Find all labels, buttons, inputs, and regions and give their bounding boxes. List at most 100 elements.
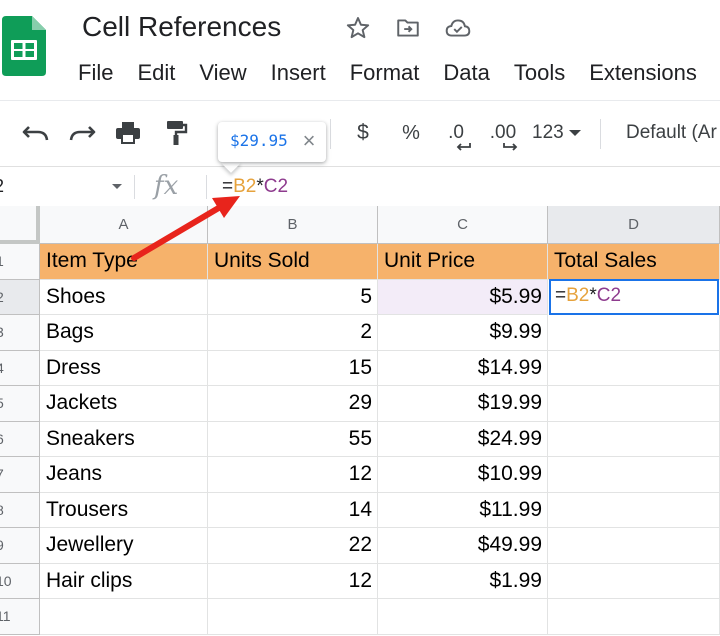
cell-a3[interactable]: Bags xyxy=(40,315,208,351)
row-header-3[interactable]: 3 xyxy=(0,315,40,351)
menu-file[interactable]: File xyxy=(66,58,125,88)
header-cell-b[interactable]: Units Sold xyxy=(208,244,378,280)
sheets-logo-icon[interactable] xyxy=(2,16,46,76)
cell-a7[interactable]: Jeans xyxy=(40,457,208,493)
cloud-saved-icon[interactable] xyxy=(444,14,472,42)
cell-d3[interactable] xyxy=(548,315,720,351)
document-title[interactable]: Cell References xyxy=(82,10,281,44)
select-all-corner[interactable] xyxy=(0,206,40,244)
cell-b2[interactable]: 5 xyxy=(208,279,378,315)
formula-equals: = xyxy=(222,176,234,197)
move-to-folder-icon[interactable] xyxy=(394,14,422,42)
formula-operator: * xyxy=(589,284,597,306)
cell-a10[interactable]: Hair clips xyxy=(40,563,208,599)
header-cell-d[interactable]: Total Sales xyxy=(548,244,720,280)
cell-b7[interactable]: 12 xyxy=(208,457,378,493)
cell-a2[interactable]: Shoes xyxy=(40,279,208,315)
menu-insert[interactable]: Insert xyxy=(259,58,338,88)
cell-d11[interactable] xyxy=(548,599,720,635)
name-box-value: 2 xyxy=(0,176,4,197)
menu-view[interactable]: View xyxy=(187,58,258,88)
cell-c4[interactable]: $14.99 xyxy=(378,350,548,386)
row-header-2[interactable]: 2 xyxy=(0,279,40,315)
row-number: 11 xyxy=(0,608,11,625)
cell-b3[interactable]: 2 xyxy=(208,315,378,351)
menu-format[interactable]: Format xyxy=(338,58,432,88)
cell-b6[interactable]: 55 xyxy=(208,421,378,457)
cell-b10[interactable]: 12 xyxy=(208,563,378,599)
cell-b9[interactable]: 22 xyxy=(208,528,378,564)
cell-b11[interactable] xyxy=(208,599,378,635)
row-header-10[interactable]: 10 xyxy=(0,563,40,599)
column-header-b[interactable]: B xyxy=(208,206,378,244)
cell-a8[interactable]: Trousers xyxy=(40,492,208,528)
menu-data[interactable]: Data xyxy=(431,58,501,88)
cell-c7[interactable]: $10.99 xyxy=(378,457,548,493)
name-box[interactable]: 2 xyxy=(0,167,130,207)
star-icon[interactable] xyxy=(344,14,372,42)
row-number: 9 xyxy=(0,537,4,553)
number-format-dropdown[interactable]: 123 xyxy=(532,117,588,149)
cell-c5[interactable]: $19.99 xyxy=(378,386,548,422)
row-header-6[interactable]: 6 xyxy=(0,421,40,457)
cell-d4[interactable] xyxy=(548,350,720,386)
formula-input[interactable]: =B2*C2 xyxy=(222,176,288,198)
formula-ref-c2: C2 xyxy=(263,176,289,197)
cell-d7[interactable] xyxy=(548,457,720,493)
cell-a9[interactable]: Jewellery xyxy=(40,528,208,564)
column-header-a[interactable]: A xyxy=(40,206,208,244)
cell-d8[interactable] xyxy=(548,492,720,528)
cell-a11[interactable] xyxy=(40,599,208,635)
formula-bar-separator xyxy=(134,175,135,199)
print-icon[interactable] xyxy=(110,117,146,149)
cell-c10[interactable]: $1.99 xyxy=(378,563,548,599)
font-family-dropdown[interactable]: Default (Ar xyxy=(626,117,720,149)
increase-decimal-button[interactable]: .00 xyxy=(482,117,524,151)
cell-b8[interactable]: 14 xyxy=(208,492,378,528)
row-header-8[interactable]: 8 xyxy=(0,492,40,528)
cell-c11[interactable] xyxy=(378,599,548,635)
column-header-d[interactable]: D xyxy=(548,206,720,244)
column-header-c[interactable]: C xyxy=(378,206,548,244)
arrow-left-icon xyxy=(456,143,471,151)
header-cell-c[interactable]: Unit Price xyxy=(378,244,548,280)
cell-c8[interactable]: $11.99 xyxy=(378,492,548,528)
undo-icon[interactable] xyxy=(18,117,54,149)
cell-d10[interactable] xyxy=(548,563,720,599)
cell-a6[interactable]: Sneakers xyxy=(40,421,208,457)
cell-c6[interactable]: $24.99 xyxy=(378,421,548,457)
cell-a5[interactable]: Jackets xyxy=(40,386,208,422)
decrease-decimal-button[interactable]: .0 xyxy=(438,117,474,151)
cell-c9[interactable]: $49.99 xyxy=(378,528,548,564)
row-header-5[interactable]: 5 xyxy=(0,386,40,422)
formula-ref-b2: B2 xyxy=(566,284,590,306)
formula-ref-c2: C2 xyxy=(596,284,622,306)
active-cell-d2[interactable]: =B2*C2 xyxy=(549,278,719,315)
percent-format-button[interactable]: % xyxy=(396,117,426,149)
cell-d9[interactable] xyxy=(548,528,720,564)
row-header-4[interactable]: 4 xyxy=(0,350,40,386)
cell-d6[interactable] xyxy=(548,421,720,457)
menu-extensions[interactable]: Extensions xyxy=(577,58,709,88)
row-header-7[interactable]: 7 xyxy=(0,457,40,493)
row-header-9[interactable]: 9 xyxy=(0,528,40,564)
currency-format-button[interactable]: $ xyxy=(348,117,378,149)
row-header-11[interactable]: 11 xyxy=(0,599,40,635)
paint-format-icon[interactable] xyxy=(158,117,194,149)
cell-b4[interactable]: 15 xyxy=(208,350,378,386)
fx-icon: fx xyxy=(154,171,179,201)
cell-b5[interactable]: 29 xyxy=(208,386,378,422)
spreadsheet-grid: ABCD1234567891011Item TypeUnits SoldUnit… xyxy=(0,206,720,636)
menu-edit[interactable]: Edit xyxy=(125,58,187,88)
menu-tools[interactable]: Tools xyxy=(502,58,577,88)
header-cell-a[interactable]: Item Type xyxy=(40,244,208,280)
redo-icon[interactable] xyxy=(64,117,100,149)
cell-c3[interactable]: $9.99 xyxy=(378,315,548,351)
cell-a4[interactable]: Dress xyxy=(40,350,208,386)
caret-down-icon[interactable] xyxy=(112,184,122,189)
close-icon[interactable]: × xyxy=(298,128,320,154)
row-header-1[interactable]: 1 xyxy=(0,244,40,280)
cell-d5[interactable] xyxy=(548,386,720,422)
tooltip-value: $29.95 xyxy=(230,131,288,150)
cell-c2[interactable]: $5.99 xyxy=(378,279,548,315)
